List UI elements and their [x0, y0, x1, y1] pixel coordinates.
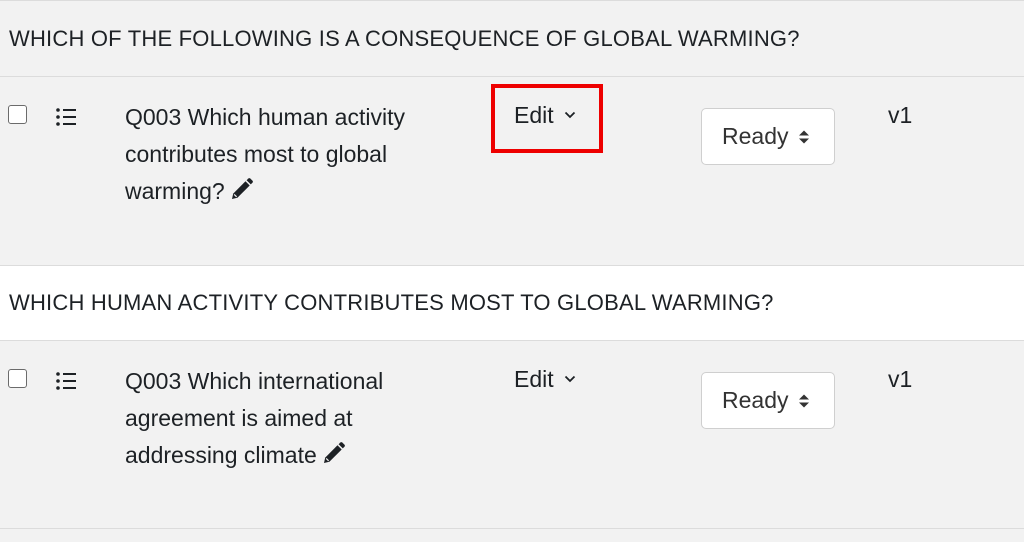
- status-select[interactable]: Ready: [701, 372, 835, 429]
- select-question-checkbox[interactable]: [8, 369, 27, 388]
- question-version: v1: [888, 366, 913, 392]
- status-value: Ready: [722, 123, 789, 149]
- select-question-checkbox[interactable]: [8, 105, 27, 124]
- section-header: WHICH OF THE FOLLOWING IS A CONSEQUENCE …: [0, 0, 1024, 77]
- edit-menu-button[interactable]: Edit: [514, 364, 576, 394]
- sort-updown-icon: [799, 130, 810, 143]
- chevron-down-icon: [564, 375, 575, 383]
- sort-updown-icon: [799, 394, 810, 407]
- section-title: WHICH OF THE FOLLOWING IS A CONSEQUENCE …: [9, 25, 800, 51]
- question-text: Q003 Which human activity contributes mo…: [125, 104, 405, 204]
- section-title: WHICH HUMAN ACTIVITY CONTRIBUTES MOST TO…: [9, 290, 774, 315]
- edit-menu-label: Edit: [514, 366, 554, 392]
- question-version: v1: [888, 102, 913, 128]
- list-drag-icon[interactable]: [55, 370, 77, 392]
- status-select[interactable]: Ready: [701, 108, 835, 165]
- list-drag-icon[interactable]: [55, 106, 77, 128]
- question-name: Q003 Which international agreement is ai…: [125, 363, 465, 474]
- highlight-box: [491, 84, 603, 153]
- question-row: Q003 Which international agreement is ai…: [0, 341, 1024, 529]
- question-bank-list: WHICH OF THE FOLLOWING IS A CONSEQUENCE …: [0, 0, 1024, 542]
- pencil-icon[interactable]: [229, 178, 253, 202]
- question-name: Q003 Which human activity contributes mo…: [125, 99, 465, 210]
- section-header: WHICH HUMAN ACTIVITY CONTRIBUTES MOST TO…: [0, 265, 1024, 341]
- status-value: Ready: [722, 387, 789, 413]
- pencil-icon[interactable]: [321, 442, 345, 466]
- question-row: Q003 Which human activity contributes mo…: [0, 77, 1024, 265]
